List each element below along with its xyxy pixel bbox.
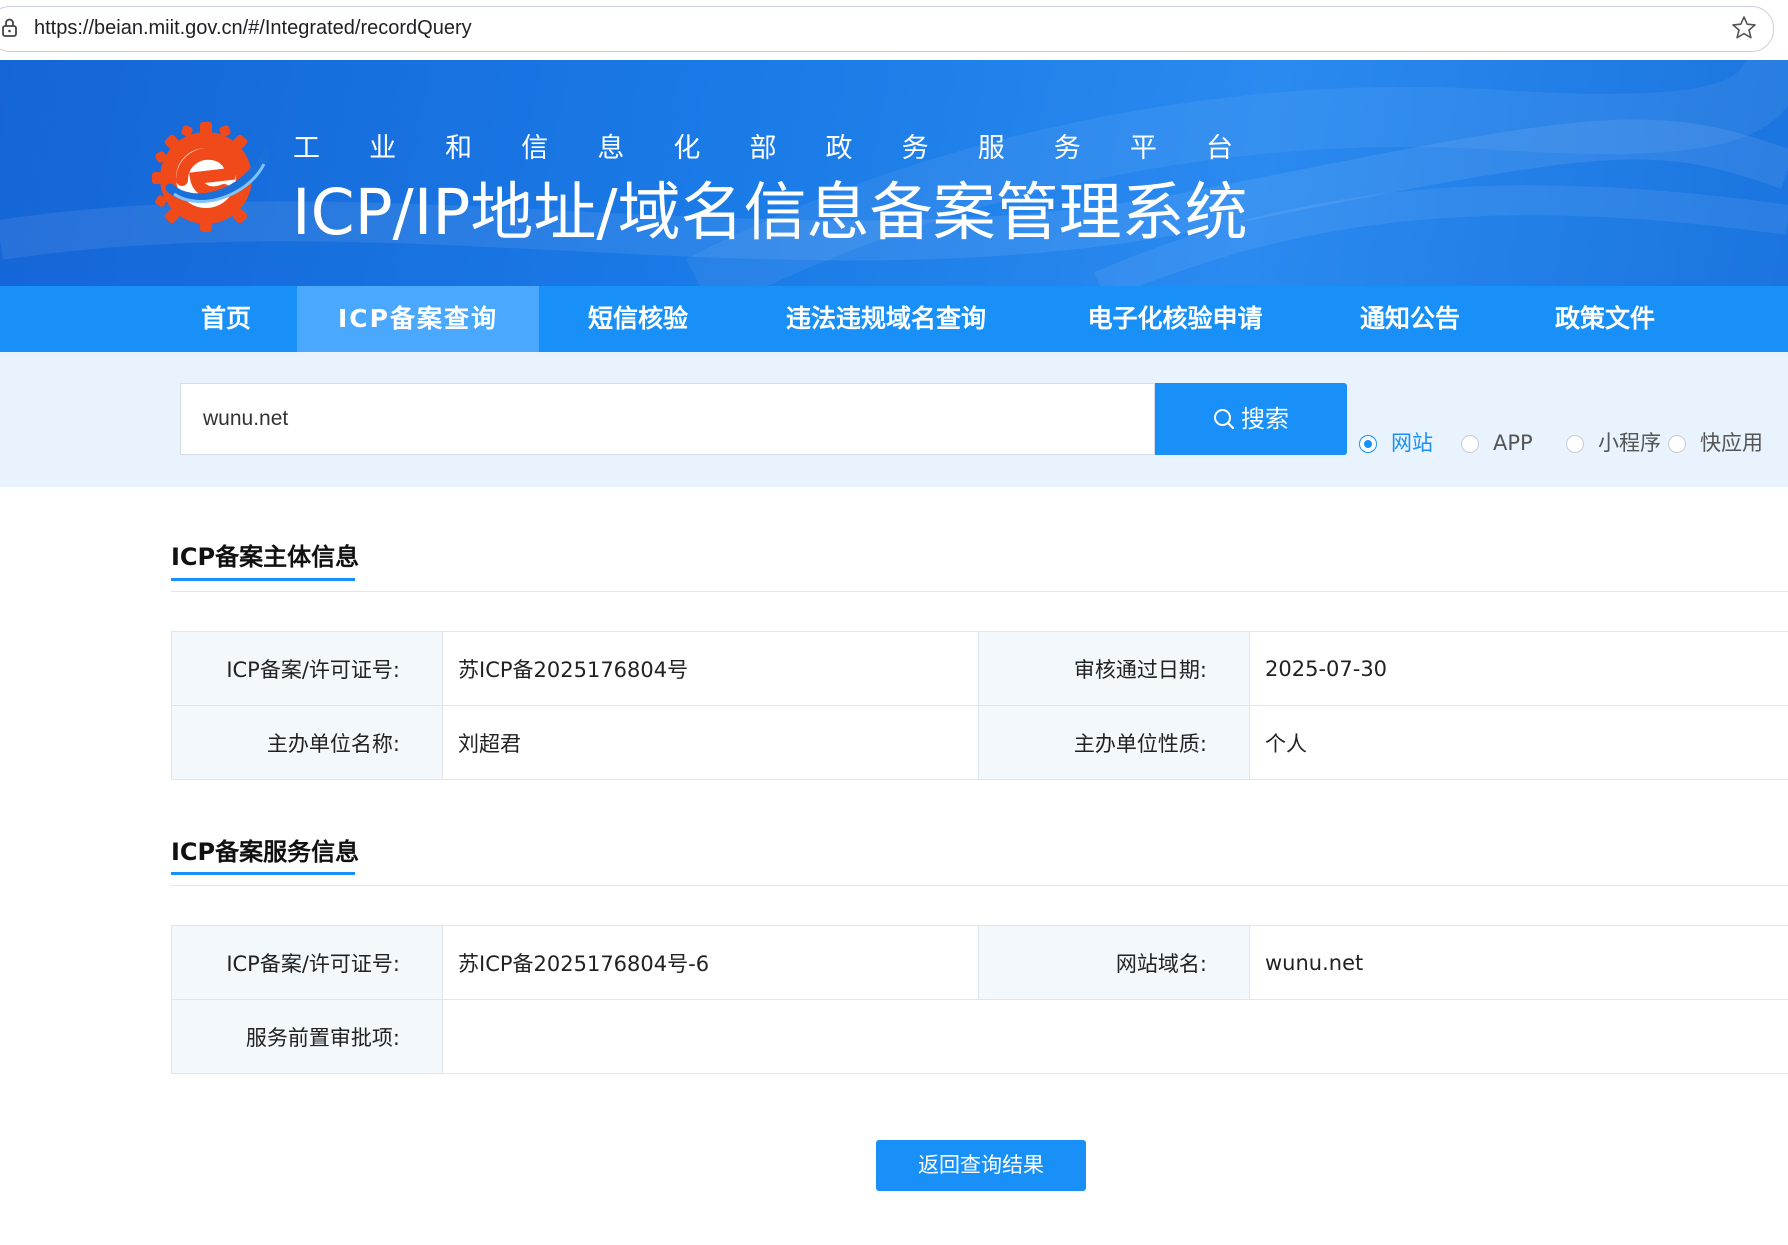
ministry-title-char: 平 bbox=[1129, 133, 1157, 164]
search-button-label: 搜索 bbox=[1241, 405, 1289, 433]
radio-label: APP bbox=[1493, 431, 1533, 455]
ministry-title-char: 务 bbox=[901, 133, 929, 164]
search-icon bbox=[1214, 409, 1235, 430]
nav-item-e-verify-apply[interactable]: 电子化核验申请 bbox=[1072, 286, 1278, 352]
radio-app[interactable]: APP bbox=[1461, 426, 1533, 460]
value-approval-date: 2025-07-30 bbox=[1249, 631, 1788, 706]
value-website-domain: wunu.net bbox=[1249, 925, 1788, 1000]
nav-item-notices[interactable]: 通知公告 bbox=[1350, 286, 1470, 352]
ministry-title-char: 息 bbox=[597, 133, 625, 164]
radio-checked-icon bbox=[1359, 435, 1377, 453]
nav-item-illegal-domain-query[interactable]: 违法违规域名查询 bbox=[770, 286, 1002, 352]
label-pre-approval-items: 服务前置审批项: bbox=[171, 999, 443, 1074]
search-input[interactable]: wunu.net bbox=[180, 383, 1155, 455]
table-row: ICP备案/许可证号: 苏ICP备2025176804号-6 网站域名: wun… bbox=[171, 925, 1788, 1000]
header-banner: 工 业 和 信 息 化 部 政 务 服 务 平 台 ICP/IP地址/域名信息备… bbox=[0, 60, 1788, 286]
label-organizer-name: 主办单位名称: bbox=[171, 705, 443, 780]
section-title-subject-info: ICP备案主体信息 bbox=[171, 543, 360, 571]
label-service-license-number: ICP备案/许可证号: bbox=[171, 925, 443, 1000]
radio-mini-program[interactable]: 小程序 bbox=[1566, 426, 1661, 460]
service-info-table: ICP备案/许可证号: 苏ICP备2025176804号-6 网站域名: wun… bbox=[171, 925, 1788, 1074]
ministry-title-char: 部 bbox=[749, 133, 777, 164]
radio-label: 小程序 bbox=[1598, 431, 1661, 455]
ministry-title-char: 和 bbox=[445, 133, 473, 164]
back-to-results-button[interactable]: 返回查询结果 bbox=[876, 1140, 1086, 1191]
radio-unchecked-icon bbox=[1566, 435, 1584, 453]
lock-icon[interactable] bbox=[2, 18, 20, 38]
ministry-title-char: 服 bbox=[977, 133, 1005, 164]
nav-item-home[interactable]: 首页 bbox=[176, 286, 276, 352]
subject-info-table: ICP备案/许可证号: 苏ICP备2025176804号 审核通过日期: 202… bbox=[171, 631, 1788, 780]
search-button[interactable]: 搜索 bbox=[1155, 383, 1347, 455]
value-license-number: 苏ICP备2025176804号 bbox=[442, 631, 979, 706]
section-underline bbox=[171, 872, 355, 875]
table-row: 服务前置审批项: bbox=[171, 999, 1788, 1074]
ministry-title-char: 务 bbox=[1053, 133, 1081, 164]
radio-unchecked-icon bbox=[1668, 435, 1686, 453]
value-organizer-name: 刘超君 bbox=[442, 705, 979, 780]
ministry-logo-icon bbox=[152, 122, 270, 232]
section-divider bbox=[171, 885, 1788, 886]
radio-unchecked-icon bbox=[1461, 435, 1479, 453]
radio-website[interactable]: 网站 bbox=[1359, 426, 1433, 460]
ministry-title-char: 台 bbox=[1205, 133, 1233, 164]
system-title: ICP/IP地址/域名信息备案管理系统 bbox=[292, 176, 1248, 249]
section-divider bbox=[171, 591, 1788, 592]
nav-item-icp-query[interactable]: ICP备案查询 bbox=[297, 286, 539, 352]
radio-label: 网站 bbox=[1391, 431, 1433, 455]
ministry-title-char: 工 bbox=[293, 133, 320, 164]
value-service-license-number: 苏ICP备2025176804号-6 bbox=[442, 925, 979, 1000]
nav-item-sms-verify[interactable]: 短信核验 bbox=[568, 286, 708, 352]
value-pre-approval-items bbox=[442, 999, 1788, 1074]
radio-quick-app[interactable]: 快应用 bbox=[1668, 426, 1763, 460]
main-nav: 首页 ICP备案查询 短信核验 违法违规域名查询 电子化核验申请 通知公告 政策… bbox=[0, 286, 1788, 352]
nav-item-policy-docs[interactable]: 政策文件 bbox=[1545, 286, 1665, 352]
ministry-title-char: 政 bbox=[825, 133, 853, 164]
value-organizer-type: 个人 bbox=[1249, 705, 1788, 780]
label-website-domain: 网站域名: bbox=[978, 925, 1250, 1000]
label-approval-date: 审核通过日期: bbox=[978, 631, 1250, 706]
browser-address-bar: https://beian.miit.gov.cn/#/Integrated/r… bbox=[0, 0, 1788, 60]
ministry-title: 工 业 和 信 息 化 部 政 务 服 务 平 台 bbox=[293, 126, 1233, 165]
label-organizer-type: 主办单位性质: bbox=[978, 705, 1250, 780]
ministry-title-char: 化 bbox=[673, 133, 701, 164]
label-license-number: ICP备案/许可证号: bbox=[171, 631, 443, 706]
section-underline bbox=[171, 578, 355, 581]
radio-label: 快应用 bbox=[1700, 431, 1763, 455]
url-text[interactable]: https://beian.miit.gov.cn/#/Integrated/r… bbox=[34, 17, 472, 40]
ministry-title-char: 业 bbox=[369, 133, 397, 164]
ministry-title-char: 信 bbox=[521, 133, 549, 164]
bookmark-star-icon[interactable] bbox=[1730, 14, 1758, 42]
section-title-service-info: ICP备案服务信息 bbox=[171, 838, 360, 866]
table-row: ICP备案/许可证号: 苏ICP备2025176804号 审核通过日期: 202… bbox=[171, 631, 1788, 706]
table-row: 主办单位名称: 刘超君 主办单位性质: 个人 bbox=[171, 705, 1788, 780]
